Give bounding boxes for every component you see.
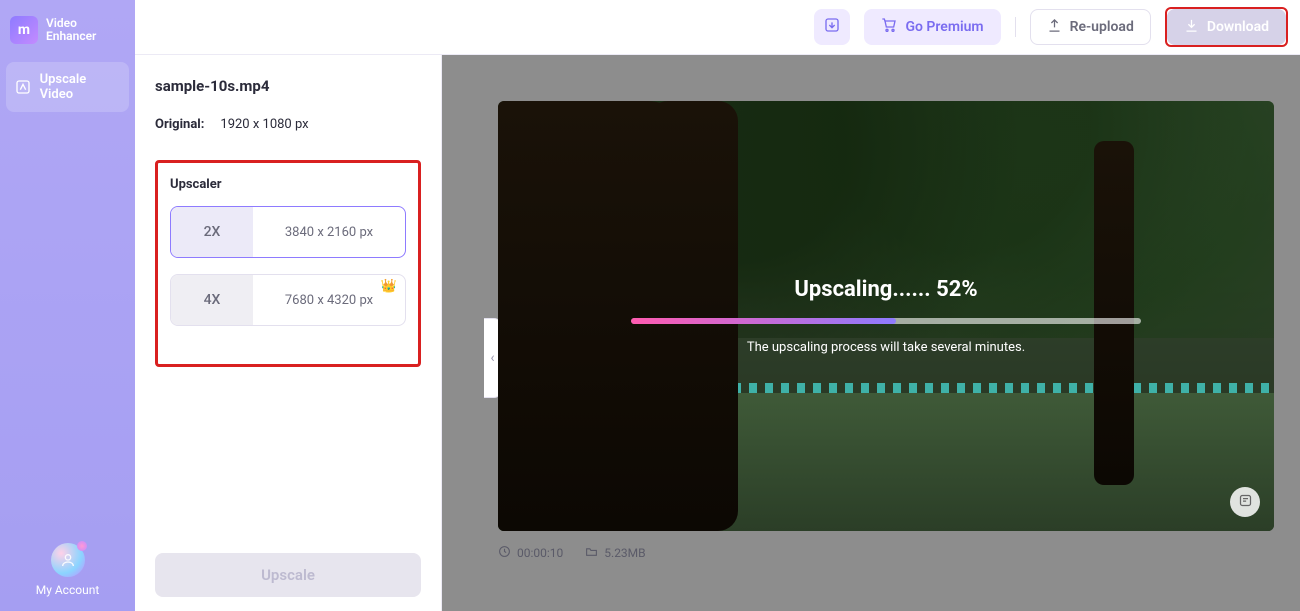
- clock-icon: [498, 545, 511, 561]
- download-icon: [1184, 18, 1199, 37]
- progress-fill: [631, 318, 896, 324]
- preview-area: ‹ Upscaling...... 52% The upscaling pr: [442, 55, 1300, 611]
- avatar: [51, 543, 85, 577]
- original-row: Original: 1920 x 1080 px: [155, 117, 421, 132]
- upscale-icon: [14, 78, 32, 96]
- progress-subtitle: The upscaling process will take several …: [747, 340, 1025, 355]
- brand: m Video Enhancer: [6, 12, 129, 62]
- progress-overlay: Upscaling...... 52% The upscaling proces…: [498, 101, 1274, 531]
- progress-bar: [631, 318, 1141, 324]
- reupload-button[interactable]: Re-upload: [1030, 9, 1151, 45]
- header-divider: [1015, 17, 1016, 37]
- download-highlight: Download: [1165, 7, 1288, 47]
- go-premium-button[interactable]: Go Premium: [864, 9, 1000, 45]
- header: Go Premium Re-upload Download: [135, 0, 1300, 55]
- sidebar: m Video Enhancer Upscale Video My Accoun…: [0, 0, 135, 611]
- upscale-multiplier: 4X: [171, 275, 253, 325]
- upload-icon: [1047, 18, 1062, 37]
- brand-logo: m: [10, 16, 38, 44]
- video-preview: Upscaling...... 52% The upscaling proces…: [498, 101, 1274, 531]
- import-button[interactable]: [814, 9, 850, 45]
- import-icon: [824, 17, 840, 37]
- upscale-multiplier: 2X: [171, 207, 253, 257]
- filesize-value: 5.23MB: [604, 546, 645, 560]
- account-label: My Account: [0, 583, 135, 597]
- brand-name: Video Enhancer: [46, 17, 96, 43]
- upscale-option-2x[interactable]: 2X 3840 x 2160 px: [170, 206, 406, 258]
- video-meta: 00:00:10 5.23MB: [498, 545, 1274, 561]
- duration: 00:00:10: [498, 545, 563, 561]
- chevron-left-icon: ‹: [490, 350, 494, 366]
- upscaler-title: Upscaler: [170, 177, 406, 192]
- crown-icon: 👑: [381, 279, 397, 294]
- upscale-button[interactable]: Upscale: [155, 553, 421, 597]
- go-premium-label: Go Premium: [905, 19, 983, 35]
- upscaler-section: Upscaler 2X 3840 x 2160 px 4X 7680 x 432…: [155, 160, 421, 367]
- filesize: 5.23MB: [585, 545, 645, 561]
- folder-icon: [585, 545, 598, 561]
- settings-panel: sample-10s.mp4 Original: 1920 x 1080 px …: [135, 55, 442, 611]
- original-label: Original:: [155, 117, 204, 132]
- download-label: Download: [1207, 19, 1269, 35]
- reupload-label: Re-upload: [1070, 19, 1134, 35]
- sidebar-item-label: Upscale Video: [40, 72, 121, 102]
- duration-value: 00:00:10: [517, 546, 563, 560]
- account-section[interactable]: My Account: [0, 543, 135, 597]
- progress-title: Upscaling...... 52%: [794, 277, 977, 302]
- upscale-resolution: 3840 x 2160 px: [253, 207, 405, 257]
- cart-icon: [881, 17, 897, 37]
- download-button[interactable]: Download: [1167, 9, 1286, 45]
- feedback-button[interactable]: [1230, 487, 1260, 517]
- filename: sample-10s.mp4: [155, 77, 421, 95]
- upscale-option-4x[interactable]: 4X 7680 x 4320 px 👑: [170, 274, 406, 326]
- original-dimensions: 1920 x 1080 px: [220, 117, 308, 132]
- sidebar-item-upscale-video[interactable]: Upscale Video: [6, 62, 129, 112]
- note-icon: [1238, 493, 1253, 512]
